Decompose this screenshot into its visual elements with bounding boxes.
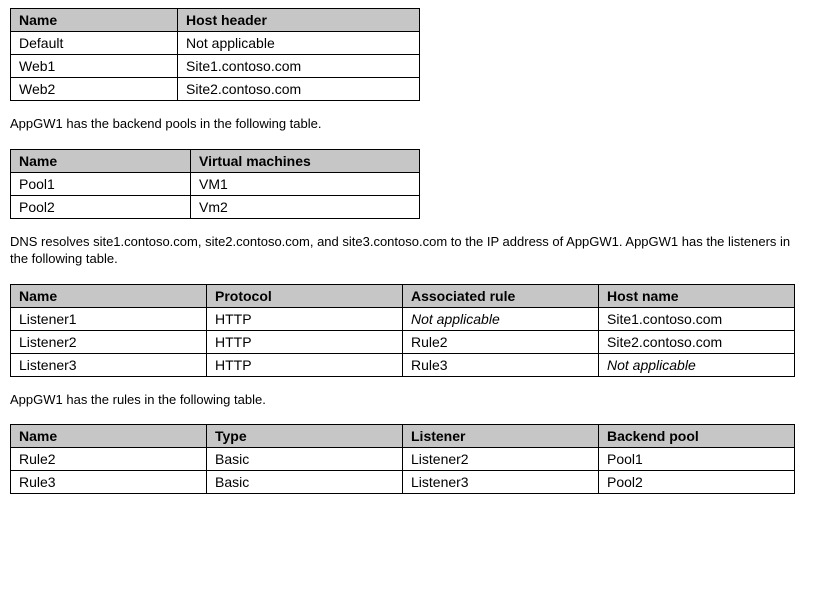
col-name: Name bbox=[11, 9, 178, 32]
table-header-row: Name Protocol Associated rule Host name bbox=[11, 284, 795, 307]
col-hostname: Host name bbox=[599, 284, 795, 307]
table-header-row: Name Host header bbox=[11, 9, 420, 32]
paragraph-dns: DNS resolves site1.contoso.com, site2.co… bbox=[10, 233, 808, 268]
col-name: Name bbox=[11, 425, 207, 448]
col-backend-pool: Backend pool bbox=[599, 425, 795, 448]
table-row: Web1 Site1.contoso.com bbox=[11, 55, 420, 78]
host-header-table: Name Host header Default Not applicable … bbox=[10, 8, 420, 101]
col-listener: Listener bbox=[403, 425, 599, 448]
col-name: Name bbox=[11, 284, 207, 307]
table-row: Web2 Site2.contoso.com bbox=[11, 78, 420, 101]
table-row: Rule3 Basic Listener3 Pool2 bbox=[11, 471, 795, 494]
table-row: Pool2 Vm2 bbox=[11, 195, 420, 218]
paragraph-rules: AppGW1 has the rules in the following ta… bbox=[10, 391, 808, 409]
table-row: Rule2 Basic Listener2 Pool1 bbox=[11, 448, 795, 471]
table-row: Default Not applicable bbox=[11, 32, 420, 55]
table-row: Listener2 HTTP Rule2 Site2.contoso.com bbox=[11, 330, 795, 353]
listeners-table: Name Protocol Associated rule Host name … bbox=[10, 284, 795, 377]
col-hostheader: Host header bbox=[178, 9, 420, 32]
table-row: Pool1 VM1 bbox=[11, 172, 420, 195]
col-name: Name bbox=[11, 149, 191, 172]
rules-table: Name Type Listener Backend pool Rule2 Ba… bbox=[10, 424, 795, 494]
table-header-row: Name Virtual machines bbox=[11, 149, 420, 172]
col-protocol: Protocol bbox=[207, 284, 403, 307]
backend-pools-table: Name Virtual machines Pool1 VM1 Pool2 Vm… bbox=[10, 149, 420, 219]
paragraph-backend-pools: AppGW1 has the backend pools in the foll… bbox=[10, 115, 808, 133]
col-vm: Virtual machines bbox=[191, 149, 420, 172]
col-type: Type bbox=[207, 425, 403, 448]
table-row: Listener1 HTTP Not applicable Site1.cont… bbox=[11, 307, 795, 330]
table-header-row: Name Type Listener Backend pool bbox=[11, 425, 795, 448]
table-row: Listener3 HTTP Rule3 Not applicable bbox=[11, 353, 795, 376]
col-assoc-rule: Associated rule bbox=[403, 284, 599, 307]
